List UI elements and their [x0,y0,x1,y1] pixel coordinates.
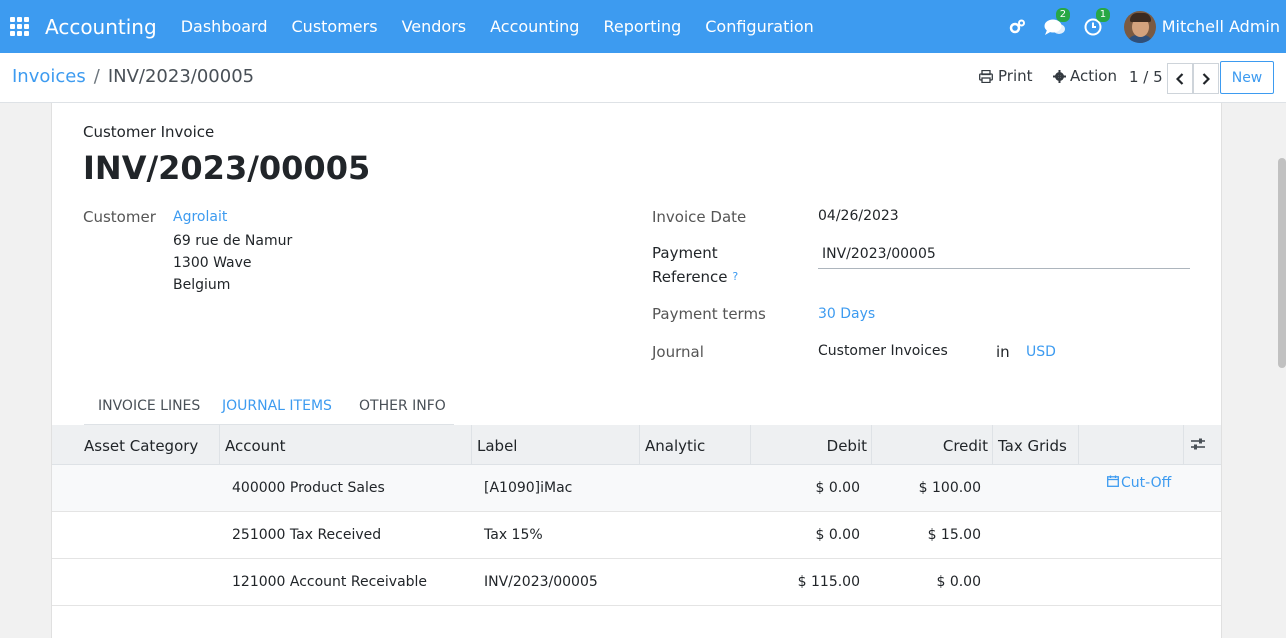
column-label[interactable]: Label [477,437,517,455]
pager-previous-button[interactable] [1167,63,1193,94]
customer-label: Customer [83,208,156,226]
print-icon [979,69,993,83]
chevron-left-icon [1176,72,1184,85]
notebook-tabs: INVOICE LINES JOURNAL ITEMS OTHER INFO [84,388,454,425]
menu-configuration[interactable]: Configuration [693,17,826,36]
payment-reference-label-line1: Payment [652,244,718,262]
messages-icon[interactable]: 2 [1044,7,1071,36]
customer-address-line1: 69 rue de Namur [173,233,293,249]
row-debit: $ 115.00 [797,574,860,590]
table-header: Asset Category Account Label Analytic De… [52,425,1221,465]
breadcrumb: Invoices / INV/2023/00005 [12,66,254,87]
print-label: Print [998,67,1033,85]
help-tooltip-icon[interactable]: ? [732,270,738,283]
customer-address-line3: Belgium [173,277,231,293]
invoice-date-value[interactable]: 04/26/2023 [818,208,899,224]
currency-link[interactable]: USD [1026,344,1056,360]
menu-reporting[interactable]: Reporting [591,17,693,36]
journal-value[interactable]: Customer Invoices [818,343,948,359]
document-type: Customer Invoice [83,123,215,141]
row-debit: $ 0.00 [815,527,860,543]
payment-reference-label-line2: Reference [652,268,728,286]
gear-icon [1053,69,1066,83]
user-menu-name[interactable]: Mitchell Admin [1162,17,1280,36]
activities-clock-icon[interactable]: 1 [1084,7,1111,36]
customer-address-line2: 1300 Wave [173,255,252,271]
payment-terms-label: Payment terms [652,305,766,323]
action-button[interactable]: Action [1053,67,1117,85]
tab-invoice-lines[interactable]: INVOICE LINES [98,398,200,414]
row-label: INV/2023/00005 [484,574,598,590]
cutoff-label: Cut-Off [1121,475,1172,491]
row-debit: $ 0.00 [815,480,860,496]
journal-items-table: Asset Category Account Label Analytic De… [52,425,1221,606]
user-avatar[interactable] [1123,10,1156,43]
payment-reference-input[interactable]: INV/2023/00005 [818,243,1190,269]
row-account: 400000 Product Sales [232,480,385,496]
menu-customers[interactable]: Customers [280,17,390,36]
payment-terms-link[interactable]: 30 Days [818,306,875,322]
column-tax-grids[interactable]: Tax Grids [998,437,1067,455]
column-debit[interactable]: Debit [767,437,867,455]
chevron-right-icon [1202,72,1210,85]
breadcrumb-invoices-link[interactable]: Invoices [12,66,86,87]
column-account[interactable]: Account [225,437,286,455]
row-account: 121000 Account Receivable [232,574,428,590]
app-brand[interactable]: Accounting [45,15,157,39]
table-row[interactable]: 251000 Tax Received Tax 15% $ 0.00 $ 15.… [52,512,1221,559]
calendar-icon [1107,475,1119,487]
breadcrumb-separator: / [93,66,100,87]
menu-dashboard[interactable]: Dashboard [169,17,280,36]
apps-menu-icon[interactable] [10,17,29,36]
activities-badge: 1 [1095,7,1111,22]
row-label: Tax 15% [484,527,543,543]
print-button[interactable]: Print [979,67,1033,85]
table-row[interactable]: 121000 Account Receivable INV/2023/00005… [52,559,1221,606]
top-navbar: Accounting Dashboard Customers Vendors A… [0,0,1286,53]
tab-journal-items[interactable]: JOURNAL ITEMS [222,398,332,414]
row-credit: $ 0.00 [936,574,981,590]
pager-next-button[interactable] [1193,63,1219,94]
optional-columns-toggle-icon[interactable] [1190,437,1206,455]
column-credit[interactable]: Credit [888,437,988,455]
form-sheet: Customer Invoice INV/2023/00005 Customer… [51,103,1222,638]
row-account: 251000 Tax Received [232,527,382,543]
row-credit: $ 100.00 [918,480,981,496]
action-label: Action [1070,67,1117,85]
document-name: INV/2023/00005 [83,149,371,187]
invoice-date-label: Invoice Date [652,208,747,226]
control-panel: Invoices / INV/2023/00005 Print Action 1 /… [0,53,1286,103]
currency-in-label: in [996,343,1010,361]
pager-value[interactable]: 1 / 5 [1129,68,1163,86]
messages-badge: 2 [1055,7,1071,22]
journal-label: Journal [652,343,704,361]
row-credit: $ 15.00 [927,527,981,543]
menu-accounting[interactable]: Accounting [478,17,591,36]
cutoff-button[interactable]: Cut-Off [1107,475,1171,491]
menu-vendors[interactable]: Vendors [390,17,479,36]
row-label: [A1090]iMac [484,480,573,496]
breadcrumb-current: INV/2023/00005 [107,66,255,87]
column-asset-category[interactable]: Asset Category [84,437,198,455]
debug-gears-icon[interactable] [1008,18,1026,36]
customer-link[interactable]: Agrolait [173,209,227,225]
tab-other-info[interactable]: OTHER INFO [359,398,446,414]
payment-reference-label: Payment Reference ? [652,241,738,289]
new-button[interactable]: New [1220,61,1274,94]
table-row[interactable]: 400000 Product Sales [A1090]iMac $ 0.00 … [52,465,1221,512]
scrollbar-thumb[interactable] [1278,158,1286,368]
navbar-systray: 2 1 Mitchell Admin [990,0,1280,53]
column-analytic[interactable]: Analytic [645,437,705,455]
